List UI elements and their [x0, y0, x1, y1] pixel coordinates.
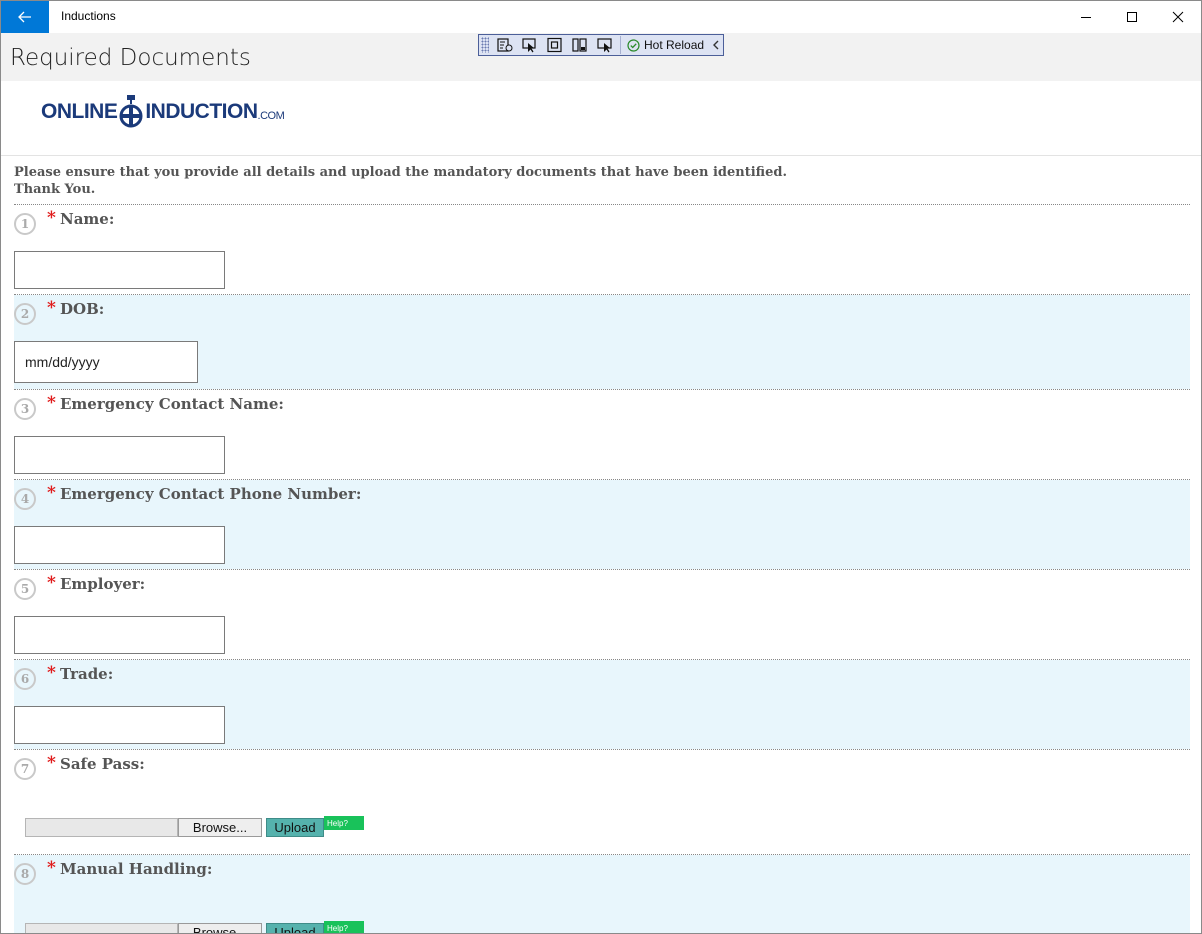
field-row-trade: 6 * Trade: [14, 660, 1190, 749]
field-row-manual-handling: 8 * Manual Handling: Browse... Upload He… [14, 855, 1190, 933]
track-focus-icon[interactable] [571, 37, 589, 53]
field-label: Emergency Contact Phone Number: [60, 485, 362, 503]
live-visual-tree-icon[interactable] [496, 37, 514, 53]
logo-banner: ONLINE INDUCTION .COM [1, 81, 1201, 156]
name-input[interactable] [14, 251, 225, 289]
close-button[interactable] [1155, 1, 1201, 33]
logo-text-online: ONLINE [41, 100, 118, 123]
browse-button[interactable]: Browse... [178, 818, 262, 837]
site-logo: ONLINE INDUCTION .COM [41, 95, 285, 128]
question-number: 5 [14, 578, 36, 600]
field-label: DOB: [60, 300, 105, 318]
field-label: Employer: [60, 575, 146, 593]
field-label: Emergency Contact Name: [60, 395, 284, 413]
chevron-left-icon[interactable] [712, 40, 720, 50]
file-path-field[interactable] [25, 923, 178, 933]
back-button[interactable] [1, 1, 49, 33]
minimize-button[interactable] [1063, 1, 1109, 33]
required-marker: * [47, 663, 56, 683]
grip-icon[interactable] [481, 37, 489, 53]
page-header: Required Documents Hot Reload [1, 33, 1201, 81]
help-badge[interactable]: Help? [324, 921, 364, 933]
field-row-emergency-contact-name: 3 * Emergency Contact Name: [14, 390, 1190, 479]
check-circle-icon [627, 38, 640, 52]
title-bar: Inductions [1, 1, 1201, 33]
field-label: Safe Pass: [60, 755, 145, 773]
debug-toolbar: Hot Reload [478, 34, 724, 56]
field-label: Manual Handling: [60, 860, 213, 878]
required-marker: * [47, 393, 56, 413]
help-badge[interactable]: Help? [324, 816, 364, 830]
question-number: 8 [14, 863, 36, 885]
question-number: 7 [14, 758, 36, 780]
question-number: 6 [14, 668, 36, 690]
app-window: Inductions Required Documents Hot Reload [0, 0, 1202, 934]
browse-button[interactable]: Browse... [178, 923, 262, 933]
field-row-dob: 2 * DOB: mm/dd/yyyy [14, 295, 1190, 389]
intro-line-2: Thank You. [14, 182, 96, 197]
required-marker: * [47, 573, 56, 593]
field-label: Trade: [60, 665, 114, 683]
intro-line-1: Please ensure that you provide all detai… [14, 165, 788, 180]
question-number: 4 [14, 488, 36, 510]
field-row-name: 1 * Name: [14, 205, 1190, 294]
question-number: 3 [14, 398, 36, 420]
file-path-field[interactable] [25, 818, 178, 837]
page-title: Required Documents [10, 45, 251, 71]
required-marker: * [47, 858, 56, 878]
help-label: Help? [327, 923, 348, 933]
question-number: 1 [14, 213, 36, 235]
display-layout-adorners-icon[interactable] [546, 37, 564, 53]
help-label: Help? [327, 818, 348, 828]
field-row-emergency-contact-phone: 4 * Emergency Contact Phone Number: [14, 480, 1190, 569]
dob-date-input[interactable]: mm/dd/yyyy [14, 341, 198, 383]
select-element-icon[interactable] [521, 37, 539, 53]
logo-text-induction: INDUCTION [145, 100, 258, 123]
upload-button[interactable]: Upload [266, 818, 324, 837]
toolbar-separator [620, 36, 621, 54]
valve-logo-icon [119, 95, 143, 128]
logo-text-com: .COM [257, 109, 285, 122]
required-marker: * [47, 753, 56, 773]
preview-selection-icon[interactable] [596, 37, 614, 53]
field-row-employer: 5 * Employer: [14, 570, 1190, 659]
required-marker: * [47, 483, 56, 503]
minimize-icon [1081, 17, 1091, 18]
app-title: Inductions [61, 9, 116, 23]
emergency-contact-phone-input[interactable] [14, 526, 225, 564]
hot-reload-status[interactable]: Hot Reload [627, 38, 704, 52]
maximize-button[interactable] [1109, 1, 1155, 33]
intro-text: Please ensure that you provide all detai… [14, 164, 787, 198]
upload-button[interactable]: Upload [266, 923, 324, 933]
field-row-safe-pass: 7 * Safe Pass: Browse... Upload Help? [14, 750, 1190, 854]
hot-reload-label: Hot Reload [644, 38, 705, 52]
close-icon [1172, 11, 1184, 23]
required-marker: * [47, 298, 56, 318]
emergency-contact-name-input[interactable] [14, 436, 225, 474]
question-number: 2 [14, 303, 36, 325]
back-arrow-icon [18, 11, 31, 23]
employer-input[interactable] [14, 616, 225, 654]
trade-input[interactable] [14, 706, 225, 744]
required-marker: * [47, 208, 56, 228]
field-label: Name: [60, 210, 115, 228]
maximize-icon [1127, 12, 1137, 22]
